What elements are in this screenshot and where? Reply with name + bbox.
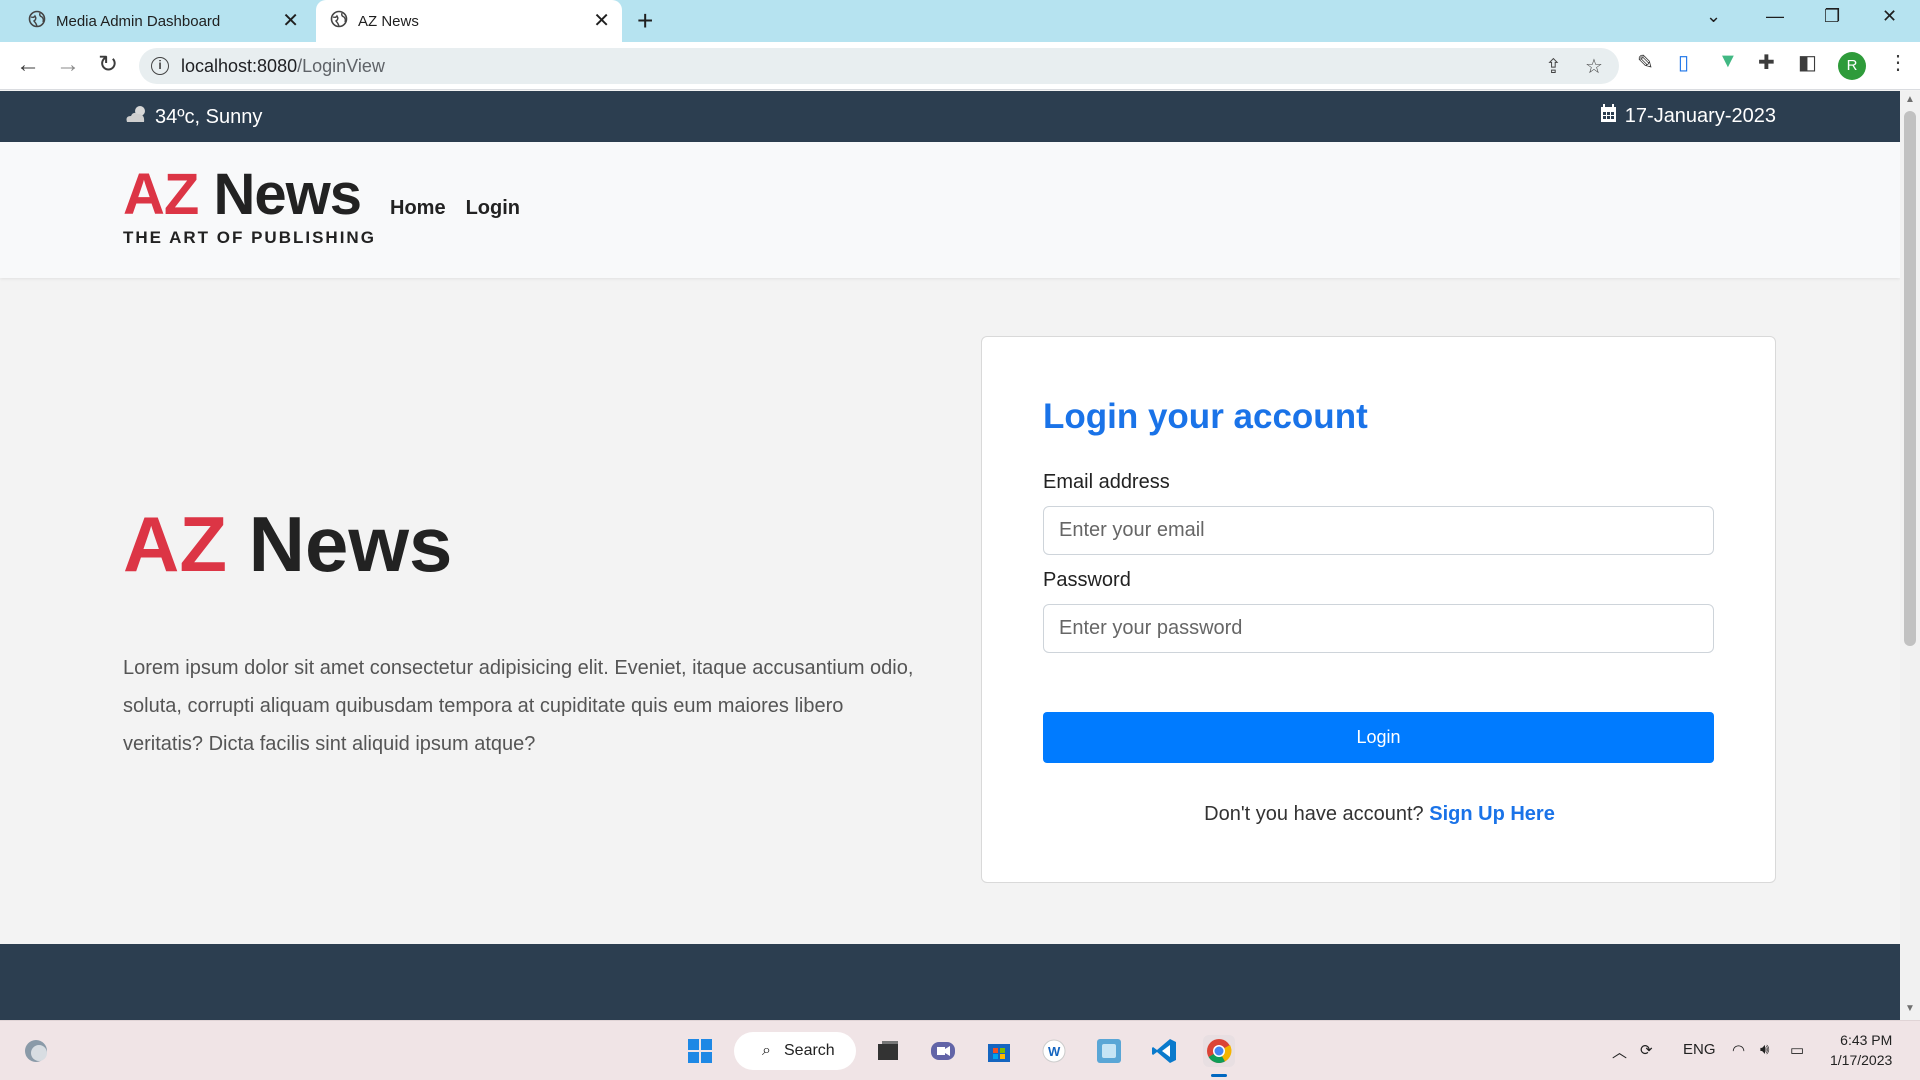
signup-prompt: Don't you have account? xyxy=(1204,803,1424,825)
svg-text:W: W xyxy=(1048,1044,1061,1059)
logo-tagline: THE ART OF PUBLISHING xyxy=(123,228,376,247)
page-viewport: 34ºc, Sunny 17-January-2023 AZ News THE … xyxy=(0,91,1900,1020)
reload-icon[interactable]: ↻ xyxy=(98,52,118,78)
password-input[interactable] xyxy=(1043,604,1714,653)
task-view-icon[interactable] xyxy=(872,1035,904,1067)
writing-app-icon[interactable]: W xyxy=(1038,1035,1070,1067)
vue-devtools-icon[interactable]: ▼ xyxy=(1718,50,1738,73)
bookmark-star-icon[interactable]: ☆ xyxy=(1585,54,1603,79)
restore-icon[interactable]: ❐ xyxy=(1824,6,1840,27)
side-panel-icon[interactable]: ◧ xyxy=(1798,50,1817,75)
minimize-icon[interactable]: — xyxy=(1766,6,1784,27)
globe-icon xyxy=(330,10,348,32)
close-icon[interactable]: ✕ xyxy=(282,11,299,31)
calendar-icon xyxy=(1600,104,1617,129)
site-info-icon[interactable]: i xyxy=(151,57,169,75)
back-arrow-icon[interactable]: ← xyxy=(16,52,40,78)
scrollbar-thumb[interactable] xyxy=(1904,111,1916,646)
photos-app-icon[interactable] xyxy=(1093,1035,1125,1067)
language-indicator[interactable]: ENG xyxy=(1683,1041,1716,1058)
wifi-icon[interactable]: ◠ xyxy=(1732,1041,1745,1059)
browser-toolbar: ← → ↻ i localhost:8080/LoginView ⇪ ☆ ✎ ▯… xyxy=(0,42,1920,90)
login-card: Login your account Email address Passwor… xyxy=(981,336,1776,883)
email-label: Email address xyxy=(1043,471,1170,493)
weather-widget: 34ºc, Sunny xyxy=(123,104,262,130)
search-icon: ⌕ xyxy=(762,1042,771,1059)
document-extension-icon[interactable]: ▯ xyxy=(1678,50,1689,75)
password-label: Password xyxy=(1043,569,1131,591)
taskbar-search-label: Search xyxy=(784,1042,835,1059)
menu-kebab-icon[interactable]: ⋮ xyxy=(1888,50,1908,75)
site-footer xyxy=(0,944,1900,1020)
extensions-puzzle-icon[interactable]: ✚ xyxy=(1758,50,1775,75)
date-text: 17-January-2023 xyxy=(1624,105,1776,127)
cloud-sun-icon xyxy=(123,104,151,130)
weather-widget-icon[interactable] xyxy=(20,1035,52,1067)
page-scrollbar[interactable]: ▲ ▼ xyxy=(1900,91,1920,1020)
site-logo[interactable]: AZ News THE ART OF PUBLISHING xyxy=(123,164,376,248)
email-input[interactable] xyxy=(1043,506,1714,555)
hero-description: Lorem ipsum dolor sit amet consectetur a… xyxy=(123,657,914,755)
signup-link[interactable]: Sign Up Here xyxy=(1429,803,1555,825)
browser-tabstrip: Media Admin Dashboard ✕ AZ News ✕ + ⌄ — … xyxy=(0,0,1920,42)
address-bar[interactable]: i localhost:8080/LoginView ⇪ ☆ xyxy=(139,48,1619,84)
hero-title: AZ News xyxy=(123,500,453,588)
forward-arrow-icon[interactable]: → xyxy=(56,52,80,78)
login-card-title: Login your account xyxy=(1043,397,1368,436)
clock-time: 6:43 PM xyxy=(1840,1032,1893,1048)
nav-link-login[interactable]: Login xyxy=(466,197,520,220)
profile-avatar[interactable]: R xyxy=(1838,52,1866,80)
new-tab-icon[interactable]: + xyxy=(637,7,653,35)
eyedropper-extension-icon[interactable]: ✎ xyxy=(1637,50,1654,75)
os-taskbar: ⌕ Search W ︿ ⟳ ENG ◠ 🔊︎ ▭ 6:43 PM 1/17/2… xyxy=(0,1020,1920,1080)
browser-tab-az-news[interactable]: AZ News ✕ xyxy=(316,0,622,42)
tab-title: Media Admin Dashboard xyxy=(56,12,221,30)
taskbar-clock[interactable]: 6:43 PM 1/17/2023 xyxy=(1830,1030,1892,1070)
active-app-indicator xyxy=(1211,1074,1227,1077)
site-navbar: AZ News THE ART OF PUBLISHING Home Login xyxy=(0,142,1900,278)
battery-icon[interactable]: ▭ xyxy=(1790,1041,1804,1059)
logo-wordmark: AZ News xyxy=(123,162,362,227)
taskbar-search[interactable]: ⌕ Search xyxy=(734,1032,856,1070)
tab-search-chevron-icon[interactable]: ⌄ xyxy=(1706,6,1721,27)
top-info-bar: 34ºc, Sunny 17-January-2023 xyxy=(0,91,1900,142)
weather-text: 34ºc, Sunny xyxy=(155,105,263,128)
teams-chat-icon[interactable] xyxy=(927,1035,959,1067)
login-button[interactable]: Login xyxy=(1043,712,1714,763)
browser-tab-media-admin[interactable]: Media Admin Dashboard ✕ xyxy=(14,0,311,42)
scroll-up-arrow-icon[interactable]: ▲ xyxy=(1905,94,1915,105)
windows-start-icon[interactable] xyxy=(684,1035,716,1067)
signup-row: Don't you have account? Sign Up Here xyxy=(982,803,1777,826)
nav-links: Home Login xyxy=(390,197,520,220)
chrome-icon[interactable] xyxy=(1203,1035,1235,1067)
tray-overflow-chevron-icon[interactable]: ︿ xyxy=(1612,1041,1627,1062)
nav-link-home[interactable]: Home xyxy=(390,197,446,220)
window-close-icon[interactable]: ✕ xyxy=(1882,6,1897,27)
tab-title: AZ News xyxy=(358,12,419,30)
share-icon[interactable]: ⇪ xyxy=(1545,54,1562,79)
volume-icon[interactable]: 🔊︎ xyxy=(1760,1041,1769,1058)
globe-icon xyxy=(28,10,46,32)
clock-date: 1/17/2023 xyxy=(1830,1052,1893,1068)
date-widget: 17-January-2023 xyxy=(1600,104,1776,129)
microsoft-store-icon[interactable] xyxy=(983,1035,1015,1067)
sync-status-icon[interactable]: ⟳ xyxy=(1640,1041,1653,1059)
url-text: localhost:8080/LoginView xyxy=(181,56,385,76)
close-icon[interactable]: ✕ xyxy=(593,11,610,31)
vscode-icon[interactable] xyxy=(1148,1035,1180,1067)
scroll-down-arrow-icon[interactable]: ▼ xyxy=(1905,1003,1915,1014)
